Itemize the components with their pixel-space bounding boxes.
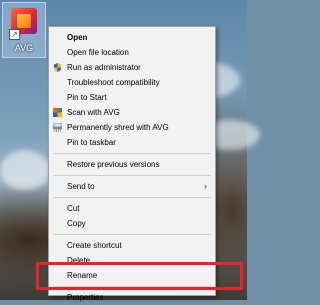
menu-separator — [54, 153, 211, 154]
menu-separator — [54, 197, 211, 198]
avg-scan-icon — [53, 108, 62, 117]
shredder-icon — [53, 123, 62, 132]
chevron-right-icon: › — [204, 181, 207, 191]
menu-item-troubleshoot-compatibility[interactable]: Troubleshoot compatibility — [49, 75, 215, 90]
properties-highlight-box — [36, 262, 243, 290]
menu-item-open-file-location[interactable]: Open file location — [49, 45, 215, 60]
context-menu: Open Open file location Run as administr… — [48, 26, 216, 302]
menu-item-copy[interactable]: Copy — [49, 216, 215, 231]
desktop-icon-label: AVG — [14, 43, 34, 53]
menu-item-send-to[interactable]: Send to › — [49, 179, 215, 194]
menu-separator — [54, 234, 211, 235]
menu-item-create-shortcut[interactable]: Create shortcut — [49, 238, 215, 253]
menu-item-pin-to-taskbar[interactable]: Pin to taskbar — [49, 135, 215, 150]
menu-item-cut[interactable]: Cut — [49, 201, 215, 216]
menu-item-run-as-administrator[interactable]: Run as administrator — [49, 60, 215, 75]
menu-item-permanently-shred-with-avg[interactable]: Permanently shred with AVG — [49, 120, 215, 135]
menu-separator — [54, 175, 211, 176]
menu-item-restore-previous-versions[interactable]: Restore previous versions — [49, 157, 215, 172]
menu-item-scan-with-avg[interactable]: Scan with AVG — [49, 105, 215, 120]
menu-item-properties[interactable]: Properties — [49, 290, 215, 305]
desktop-shortcut-avg[interactable]: ↗ AVG — [2, 2, 46, 58]
shortcut-arrow-icon: ↗ — [9, 29, 20, 40]
menu-item-pin-to-start[interactable]: Pin to Start — [49, 90, 215, 105]
shield-icon — [53, 63, 62, 72]
menu-item-open[interactable]: Open — [49, 30, 215, 45]
